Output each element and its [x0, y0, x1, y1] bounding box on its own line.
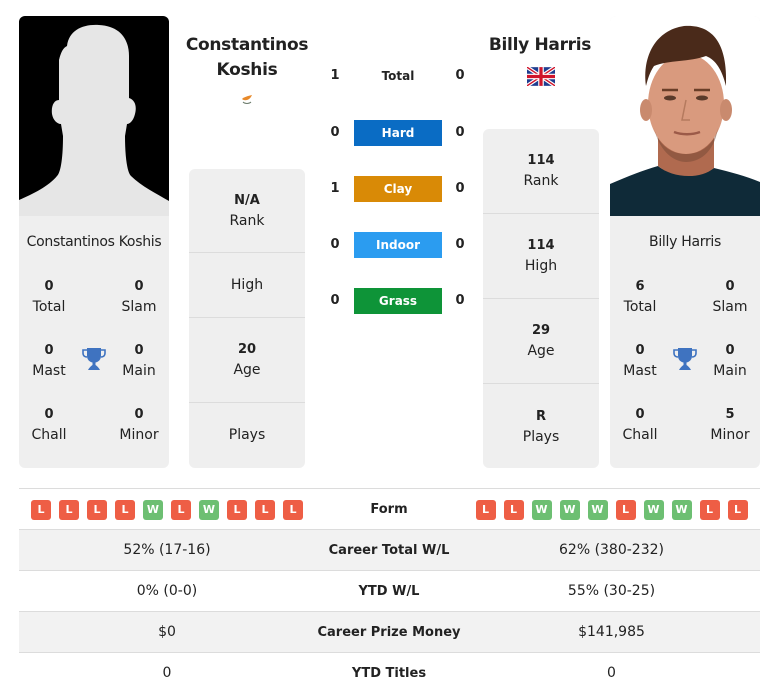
player2-photo [610, 16, 760, 216]
player2-ytd-titles: 0 [607, 665, 616, 681]
player1-high: High [189, 253, 305, 318]
form-loss-badge[interactable]: L [615, 499, 636, 520]
form-row: LLLLWLWLLL Form LLWWWLWWLL [19, 489, 760, 530]
form-loss-badge[interactable]: L [87, 499, 107, 520]
player1-prize-money: $0 [158, 624, 176, 640]
player1-info-column: N/A Rank High 20 Age Plays [189, 169, 305, 468]
cyprus-flag-icon [242, 95, 252, 104]
player1-career-wl: 52% (17-16) [123, 542, 211, 558]
surface-hard: Hard [354, 120, 442, 146]
form-loss-badge[interactable]: L [115, 499, 135, 520]
player1-card: Constantinos Koshis 0 Total 0 Slam 0 Mas… [19, 16, 169, 468]
surface-indoor: Indoor [354, 232, 442, 258]
player2-card: Billy Harris 6 Total 0 Slam 0 Mast 0 Mai… [610, 16, 760, 468]
form-win-badge[interactable]: W [559, 499, 580, 520]
form-loss-badge[interactable]: L [227, 499, 247, 520]
form-loss-badge[interactable]: L [727, 499, 748, 520]
player1-titles-slam: 0 Slam [121, 279, 157, 315]
player2-rank: 114 Rank [483, 129, 599, 214]
player1-titles-chall: 0 Chall [31, 407, 67, 443]
form-loss-badge[interactable]: L [171, 499, 191, 520]
table-row: 0% (0-0) YTD W/L 55% (30-25) [19, 571, 760, 612]
form-loss-badge[interactable]: L [59, 499, 79, 520]
h2h-clay: 1 Clay 0 [320, 176, 480, 202]
player1-age: 20 Age [189, 318, 305, 403]
h2h-hard: 0 Hard 0 [320, 120, 480, 146]
row-label: YTD W/L [358, 584, 420, 599]
player2-titles-slam: 0 Slam [712, 279, 748, 315]
player2-titles-mast: 0 Mast [623, 343, 657, 379]
player1-titles-total: 0 Total [32, 279, 66, 315]
form-win-badge[interactable]: W [199, 499, 219, 520]
player2-ytd-wl: 55% (30-25) [567, 583, 656, 599]
form-win-badge[interactable]: W [671, 499, 692, 520]
player1-form: LLLLWLWLLL [19, 489, 315, 530]
surface-grass: Grass [354, 288, 442, 314]
form-loss-badge[interactable]: L [699, 499, 720, 520]
player2-age: 29 Age [483, 299, 599, 384]
h2h-total: 1 Total 0 [320, 63, 480, 89]
player2-card-name: Billy Harris [649, 234, 721, 250]
player2-career-wl: 62% (380-232) [559, 542, 664, 558]
form-loss-badge[interactable]: L [255, 499, 275, 520]
player2-titles-minor: 5 Minor [710, 407, 750, 443]
form-win-badge[interactable]: W [643, 499, 664, 520]
form-win-badge[interactable]: W [531, 499, 552, 520]
player1-ytd-wl: 0% (0-0) [136, 583, 198, 599]
player2-titles-total: 6 Total [623, 279, 657, 315]
h2h-indoor: 0 Indoor 0 [320, 232, 480, 258]
comparison-table: LLLLWLWLLL Form LLWWWLWWLL 52% (17-16) C… [19, 488, 760, 694]
table-row: $0 Career Prize Money $141,985 [19, 612, 760, 653]
player1-photo [19, 16, 169, 216]
h2h-grass: 0 Grass 0 [320, 288, 480, 314]
surface-total: Total [381, 69, 415, 83]
form-loss-badge[interactable]: L [475, 499, 496, 520]
form-win-badge[interactable]: W [587, 499, 608, 520]
table-row: 52% (17-16) Career Total W/L 62% (380-23… [19, 530, 760, 571]
form-loss-badge[interactable]: L [503, 499, 524, 520]
player1-rank: N/A Rank [189, 169, 305, 253]
player1-ytd-titles: 0 [162, 665, 172, 681]
player1-plays: Plays [228, 427, 266, 443]
player1-card-name: Constantinos Koshis [26, 234, 162, 250]
player2-form: LLWWWLWWLL [463, 489, 760, 530]
player1-name[interactable]: Constantinos Koshis [180, 33, 314, 83]
player1-titles-mast: 0 Mast [32, 343, 66, 379]
player2-name[interactable]: Billy Harris [475, 33, 605, 58]
player2-high: 114 High [483, 214, 599, 299]
form-label: Form [370, 502, 408, 517]
player1-titles-minor: 0 Minor [119, 407, 159, 443]
player2-prize-money: $141,985 [578, 624, 645, 640]
form-loss-badge[interactable]: L [31, 499, 51, 520]
surface-clay: Clay [354, 176, 442, 202]
player2-plays: R Plays [522, 408, 560, 445]
row-label: Career Prize Money [317, 625, 461, 640]
player2-info-column: 114 Rank 114 High 29 Age R Plays [483, 129, 599, 468]
table-row: 0 YTD Titles 0 [19, 653, 760, 694]
uk-flag-icon [527, 67, 555, 86]
row-label: Career Total W/L [328, 543, 450, 558]
player2-titles-main: 0 Main [713, 343, 747, 379]
form-win-badge[interactable]: W [143, 499, 163, 520]
player2-titles-chall: 0 Chall [622, 407, 658, 443]
form-loss-badge[interactable]: L [283, 499, 303, 520]
player1-titles-main: 0 Main [122, 343, 156, 379]
row-label: YTD Titles [351, 666, 427, 681]
